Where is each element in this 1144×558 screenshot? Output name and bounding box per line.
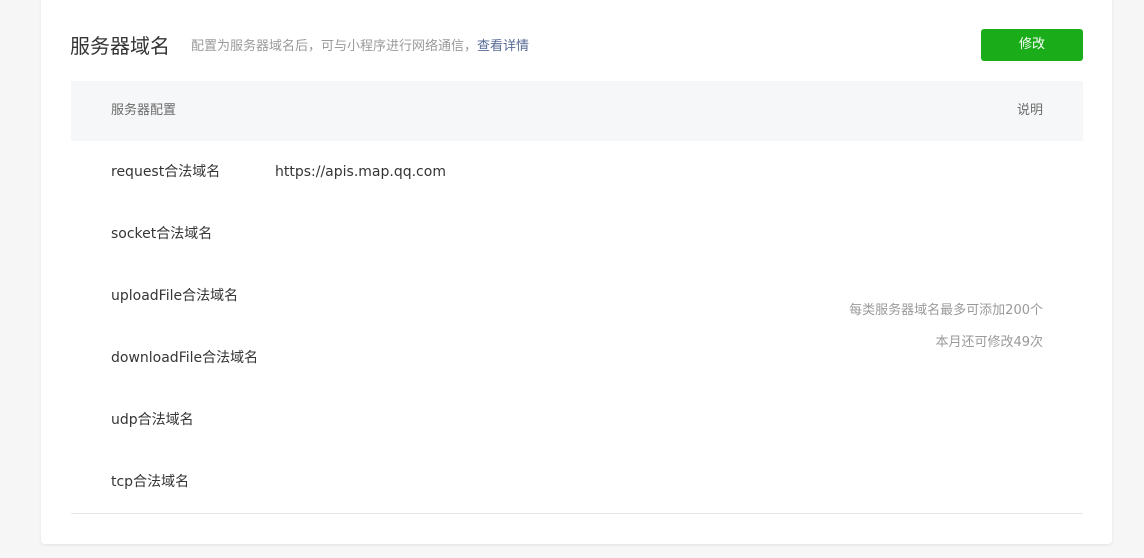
row-label: tcp合法域名	[111, 474, 190, 490]
row-label: udp合法域名	[111, 412, 194, 428]
row-label: request合法域名	[111, 164, 221, 180]
description-text: 配置为服务器域名后，可与小程序进行网络通信，	[191, 39, 478, 54]
table-bottom-divider	[71, 513, 1083, 514]
table-row-udp: udp合法域名	[71, 410, 771, 472]
page-description: 配置为服务器域名后，可与小程序进行网络通信，查看详情	[191, 38, 529, 56]
row-label: uploadFile合法域名	[111, 288, 239, 304]
table-row-downloadfile: downloadFile合法域名	[71, 348, 771, 410]
table-row-socket: socket合法域名	[71, 224, 771, 286]
row-label: downloadFile合法域名	[111, 350, 259, 366]
table-row-request: request合法域名 https://apis.map.qq.com	[71, 162, 771, 224]
row-label: socket合法域名	[111, 226, 213, 242]
table-row-uploadfile: uploadFile合法域名	[71, 286, 771, 348]
limit-note: 每类服务器域名最多可添加200个	[849, 303, 1043, 318]
table-header: 服务器配置 说明	[71, 81, 1083, 141]
remaining-edits-note: 本月还可修改49次	[935, 335, 1043, 350]
view-details-link[interactable]: 查看详情	[477, 39, 529, 54]
column-header-config: 服务器配置	[111, 103, 177, 118]
table-row-tcp: tcp合法域名	[71, 472, 771, 534]
edit-button[interactable]: 修改	[981, 29, 1083, 61]
column-header-description: 说明	[1016, 103, 1043, 118]
page-title: 服务器域名	[70, 34, 170, 58]
row-value: https://apis.map.qq.com	[275, 164, 446, 180]
